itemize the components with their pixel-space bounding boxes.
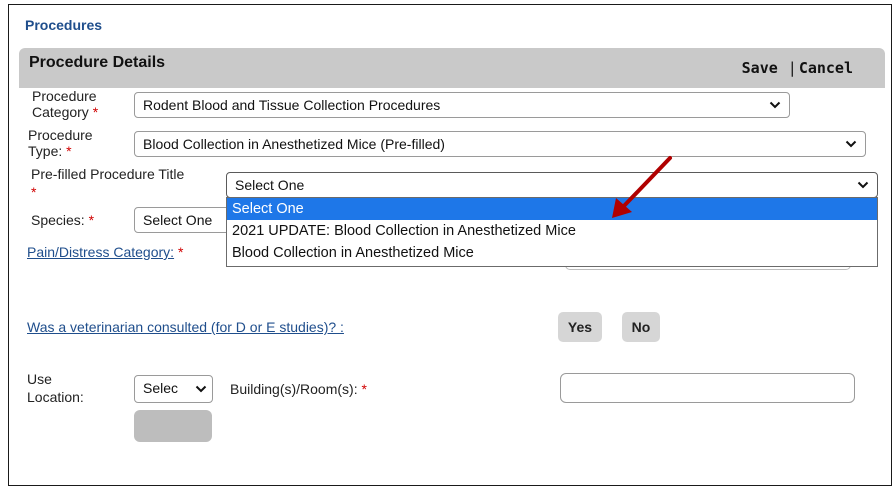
vet-consulted-link[interactable]: Was a veterinarian consulted (for D or E…	[27, 319, 344, 335]
save-button[interactable]: Save	[742, 59, 778, 77]
species-value: Select One	[143, 212, 213, 228]
panel-actions: Save | Cancel	[742, 59, 853, 77]
species-label-text: Species:	[31, 212, 85, 228]
required-mark: *	[361, 381, 367, 397]
cancel-button[interactable]: Cancel	[799, 59, 853, 77]
use-location-label-line2: Location:	[27, 389, 84, 405]
required-mark: *	[88, 212, 95, 228]
species-label: Species: *	[31, 213, 94, 227]
procedure-type-label-line1: Procedure	[28, 127, 93, 143]
procedure-category-label-line1: Procedure	[32, 88, 97, 104]
required-mark: *	[66, 143, 72, 159]
action-separator: |	[787, 59, 797, 77]
procedure-category-value: Rodent Blood and Tissue Collection Proce…	[143, 97, 441, 113]
required-mark: *	[177, 244, 184, 260]
procedure-category-label-line2: Category	[32, 104, 89, 120]
building-room-label-text: Building(s)/Room(s):	[230, 381, 358, 397]
chevron-down-icon	[845, 138, 857, 150]
page-title: Procedures	[25, 17, 103, 33]
prefilled-title-label-text: Pre-filled Procedure Title	[31, 166, 185, 182]
use-location-select[interactable]: Selec	[134, 375, 213, 403]
dropdown-option[interactable]: Blood Collection in Anesthetized Mice	[227, 242, 877, 264]
add-location-button[interactable]	[134, 410, 212, 442]
procedure-type-label: Procedure Type: *	[28, 128, 93, 158]
prefilled-title-select[interactable]: Select One	[226, 172, 878, 198]
no-button[interactable]: No	[622, 312, 660, 342]
prefilled-title-dropdown: Select One 2021 UPDATE: Blood Collection…	[226, 197, 878, 267]
dropdown-option[interactable]: 2021 UPDATE: Blood Collection in Anesthe…	[227, 220, 877, 242]
prefilled-title-label: Pre-filled Procedure Title *	[31, 167, 184, 199]
panel-title: Procedure Details	[29, 54, 166, 71]
procedure-type-select[interactable]: Blood Collection in Anesthetized Mice (P…	[134, 131, 866, 157]
procedure-category-select[interactable]: Rodent Blood and Tissue Collection Proce…	[134, 92, 790, 118]
prefilled-title-value: Select One	[235, 177, 305, 193]
dropdown-option[interactable]: Select One	[227, 198, 877, 220]
panel-header: Procedure Details Save | Cancel	[19, 48, 885, 88]
procedure-category-label: Procedure Category *	[32, 89, 98, 119]
chevron-down-icon	[195, 383, 207, 395]
use-location-label: Use Location:	[27, 372, 84, 404]
procedure-type-value: Blood Collection in Anesthetized Mice (P…	[143, 136, 445, 152]
yes-button[interactable]: Yes	[558, 312, 602, 342]
pain-distress-label: Pain/Distress Category: *	[27, 244, 183, 260]
pain-distress-link[interactable]: Pain/Distress Category:	[27, 244, 174, 260]
procedure-type-label-line2: Type:	[28, 143, 63, 159]
use-location-value: Selec	[143, 380, 179, 396]
use-location-label-line1: Use	[27, 371, 52, 387]
building-room-input[interactable]	[560, 373, 855, 403]
chevron-down-icon	[769, 99, 781, 111]
required-mark: *	[31, 184, 37, 200]
chevron-down-icon	[857, 179, 869, 191]
required-mark: *	[92, 104, 99, 120]
building-room-label: Building(s)/Room(s): *	[230, 382, 367, 396]
